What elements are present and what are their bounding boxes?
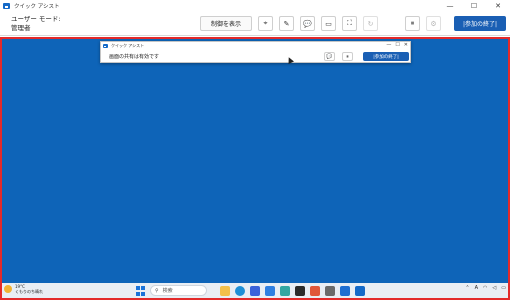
pause-icon: ⏸ (410, 19, 415, 27)
taskbar: 19°C くもりのち晴れ ⚲ 検索 ⌃ A ◠ ◁ ▭ (2, 283, 508, 298)
taskbar-search[interactable]: ⚲ 検索 (150, 285, 207, 296)
remote-close-button[interactable]: ✕ (404, 42, 408, 48)
remote-title-bar: クイック アシスト — ☐ ✕ (101, 42, 410, 49)
quick-assist-app-icon (103, 43, 108, 48)
select-monitor-button[interactable]: ▭ (321, 16, 336, 31)
quick-assist-taskbar-icon[interactable] (355, 286, 365, 296)
remote-desktop-view[interactable] (0, 37, 510, 300)
restart-button[interactable]: ↻ (363, 16, 378, 31)
weather-condition: くもりのち晴れ (15, 289, 43, 294)
chat-icon: 💬 (303, 19, 312, 28)
pause-button[interactable]: ⏸ (405, 16, 420, 31)
chat-icon: 💬 (326, 53, 333, 60)
user-mode-value: 管理者 (11, 24, 31, 32)
show-control-button[interactable]: 制御を表示 (200, 16, 252, 31)
remote-pause-button[interactable]: ⏸ (342, 52, 353, 61)
volume-icon[interactable]: ◁ (492, 285, 496, 291)
weather-widget[interactable]: 19°C くもりのち晴れ (4, 284, 43, 294)
laser-pointer-button[interactable]: ⌖ (258, 16, 273, 31)
office-icon[interactable] (310, 286, 320, 296)
remote-window-title: クイック アシスト (111, 42, 145, 48)
wifi-icon[interactable]: ◠ (483, 285, 487, 291)
battery-icon[interactable]: ▭ (501, 285, 506, 291)
remote-window-controls: — ☐ ✕ (386, 42, 408, 48)
settings-button[interactable]: ⚙ (426, 16, 441, 31)
search-placeholder: 検索 (162, 288, 173, 294)
remote-chat-button[interactable]: 💬 (324, 52, 335, 61)
chevron-up-icon[interactable]: ⌃ (465, 285, 469, 291)
remote-maximize-button[interactable]: ☐ (395, 42, 399, 48)
close-button[interactable]: ✕ (486, 0, 510, 12)
pause-icon: ⏸ (346, 53, 349, 60)
window-title: クイック アシスト (14, 4, 60, 10)
remote-leave-session-button[interactable]: |参加の終了| (363, 52, 409, 61)
input-indicator[interactable]: A (475, 285, 478, 291)
remote-quick-assist-window: クイック アシスト — ☐ ✕ 画面の共有は有効です 💬 ⏸ |参加の終了| (100, 41, 411, 63)
user-mode-info: ユーザー モード: 管理者 (11, 15, 61, 33)
store-icon[interactable] (250, 286, 260, 296)
monitor-icon: ▭ (325, 19, 332, 28)
weather-sun-icon (4, 285, 12, 293)
calendar-icon[interactable] (340, 286, 350, 296)
system-tray: ⌃ A ◠ ◁ ▭ (465, 285, 506, 291)
title-bar: クイック アシスト — ☐ ✕ (0, 0, 510, 12)
screen-sharing-status: 画面の共有は有効です (109, 54, 160, 60)
maximize-button[interactable]: ☐ (462, 0, 486, 12)
start-button[interactable] (136, 286, 146, 296)
minimize-button[interactable]: — (438, 0, 462, 12)
leave-session-button[interactable]: |参加の終了| (454, 16, 506, 31)
annotate-button[interactable]: ✎ (279, 16, 294, 31)
user-mode-label: ユーザー モード: (11, 15, 61, 23)
chat-button[interactable]: 💬 (300, 16, 315, 31)
fullscreen-button[interactable]: ⛶ (342, 16, 357, 31)
photos-icon[interactable] (280, 286, 290, 296)
remote-minimize-button[interactable]: — (386, 42, 391, 48)
restart-icon: ↻ (367, 19, 374, 28)
annotate-icon: ✎ (283, 19, 290, 28)
fullscreen-icon: ⛶ (347, 19, 352, 27)
search-icon: ⚲ (155, 287, 159, 294)
settings-icon: ⚙ (430, 19, 437, 28)
laser-pointer-icon: ⌖ (263, 19, 268, 27)
quick-assist-app-icon (3, 3, 10, 9)
toolbar: ユーザー モード: 管理者 制御を表示 ⌖ ✎ 💬 ▭ ⛶ ↻ ⏸ ⚙ |参加の… (0, 12, 510, 36)
edge-browser-icon[interactable] (235, 286, 245, 296)
mail-icon[interactable] (265, 286, 275, 296)
settings-app-icon[interactable] (325, 286, 335, 296)
file-explorer-icon[interactable] (220, 286, 230, 296)
terminal-icon[interactable] (295, 286, 305, 296)
window-controls: — ☐ ✕ (438, 0, 510, 12)
